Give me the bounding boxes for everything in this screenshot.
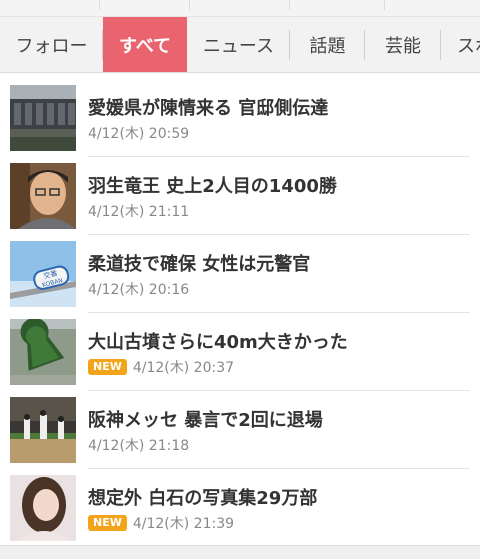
article-item[interactable]: 阪神メッセ 暴言で2回に退場 4/12(木) 21:18 <box>0 391 480 469</box>
article-time: 4/12(木) 21:39 <box>132 516 235 532</box>
tab-sports[interactable]: スポ <box>441 17 480 72</box>
article-meta: 4/12(木) 21:18 <box>88 436 189 454</box>
article-title[interactable]: 阪神メッセ 暴言で2回に退場 <box>88 406 323 432</box>
previous-tab-row <box>0 0 480 17</box>
category-tab-bar: フォロー すべて ニュース 話題 芸能 スポ <box>0 17 480 73</box>
article-time: 4/12(木) 20:37 <box>132 360 235 376</box>
article-meta: NEW 4/12(木) 21:39 <box>88 514 234 532</box>
tab-all[interactable]: すべて <box>103 17 187 72</box>
tab-follow[interactable]: フォロー <box>0 17 103 72</box>
article-title[interactable]: 愛媛県が陳情来る 官邸側伝達 <box>88 94 328 120</box>
article-meta: 4/12(木) 20:59 <box>88 124 189 142</box>
article-time: 4/12(木) 20:59 <box>88 126 190 142</box>
portrait-icon <box>10 475 76 541</box>
article-item[interactable]: 想定外 白石の写真集29万部 NEW 4/12(木) 21:39 <box>0 469 480 547</box>
article-time: 4/12(木) 21:18 <box>88 438 190 454</box>
article-meta: NEW 4/12(木) 20:37 <box>88 358 234 376</box>
article-item[interactable]: 交番 KOBAN 柔道技で確保 女性は元警官 4/12(木) 20:16 <box>0 235 480 313</box>
tab-entertainment[interactable]: 芸能 <box>365 17 441 72</box>
article-title[interactable]: 羽生竜王 史上2人目の1400勝 <box>88 172 337 198</box>
article-item[interactable]: 愛媛県が陳情来る 官邸側伝達 4/12(木) 20:59 <box>0 79 480 157</box>
article-title[interactable]: 大山古墳さらに40m大きかった <box>88 328 348 354</box>
divider <box>190 0 290 10</box>
article-time: 4/12(木) 20:16 <box>88 282 190 298</box>
article-title[interactable]: 想定外 白石の写真集29万部 <box>88 484 317 510</box>
tab-news[interactable]: ニュース <box>187 17 290 72</box>
article-meta: 4/12(木) 21:11 <box>88 202 189 220</box>
article-meta: 4/12(木) 20:16 <box>88 280 189 298</box>
government-building-icon <box>10 85 76 151</box>
divider <box>0 0 100 10</box>
new-badge: NEW <box>88 515 127 531</box>
divider <box>100 0 190 10</box>
bottom-edge <box>0 545 480 559</box>
new-badge: NEW <box>88 359 127 375</box>
baseball-field-icon <box>10 397 76 463</box>
article-item[interactable]: 大山古墳さらに40m大きかった NEW 4/12(木) 20:37 <box>0 313 480 391</box>
article-title[interactable]: 柔道技で確保 女性は元警官 <box>88 250 310 276</box>
article-time: 4/12(木) 21:11 <box>88 204 190 220</box>
koban-sign-icon: 交番 KOBAN <box>10 241 76 307</box>
keyhole-tomb-icon <box>10 319 76 385</box>
article-item[interactable]: 羽生竜王 史上2人目の1400勝 4/12(木) 21:11 <box>0 157 480 235</box>
portrait-icon <box>10 163 76 229</box>
tab-topics[interactable]: 話題 <box>290 17 365 72</box>
divider <box>290 0 385 10</box>
